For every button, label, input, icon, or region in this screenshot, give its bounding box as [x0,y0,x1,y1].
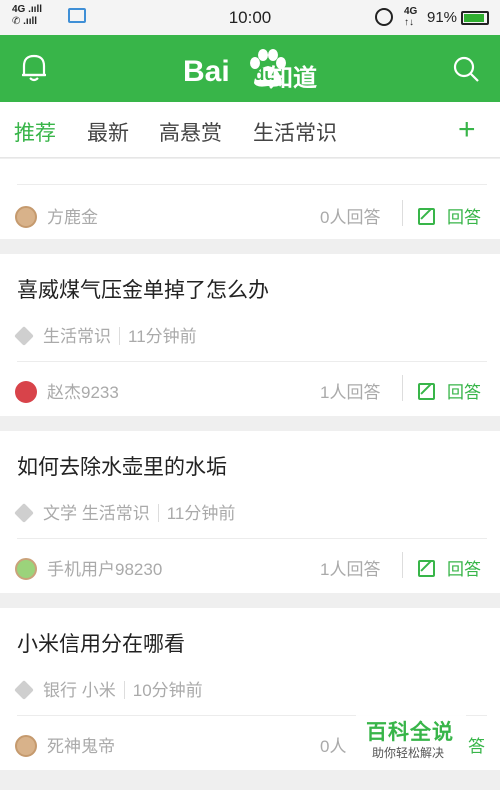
question-title[interactable]: 喜威煤气压金单掉了怎么办 [17,274,269,304]
meta-separator [157,504,159,522]
question-tags[interactable]: 银行 小米 [43,681,116,700]
question-time: 10分钟前 [132,681,203,700]
alarm-icon [375,8,393,26]
question-title[interactable]: 如何去除水壶里的水垢 [17,451,227,481]
question-tags[interactable]: 生活常识 [43,327,111,346]
answer-button[interactable]: 回答 [418,203,481,228]
app-bar: Bai du 知道 [0,35,500,102]
card-user[interactable]: 方鹿金 [15,203,98,228]
battery-fill [464,14,485,22]
vertical-separator [402,200,403,226]
battery-icon [461,11,489,25]
question-time: 11分钟前 [166,504,236,523]
answer-count: 0人 [320,737,347,756]
meta-separator [119,327,120,345]
answer-label: 回答 [447,383,481,402]
tab-recommended[interactable]: 推荐 [14,117,56,147]
clock: 10:00 [228,8,272,27]
tag-icon [14,326,34,346]
answer-count: 1人回答 [320,383,381,402]
watermark-subtitle: 助你轻松解决 [372,746,445,760]
tab-latest[interactable]: 最新 [87,117,129,147]
tab-life-tips[interactable]: 生活常识 [253,117,337,147]
category-tabs: 推荐 最新 高悬赏 生活常识 + [0,102,500,158]
answer-label: 回答 [447,560,481,579]
vertical-separator [402,552,403,578]
card-divider [17,361,487,362]
question-meta: 文学 生活常识 11分钟前 [14,499,236,524]
search-icon[interactable] [452,55,480,83]
user-name: 死神鬼帝 [47,737,115,756]
answer-label: 回答 [447,208,481,227]
answer-count: 0人回答 [320,208,381,227]
network-indicator: 4G ↑↓ [404,6,417,28]
watermark-logo: 百科全说 助你轻松解决 [356,712,466,764]
user-name: 手机用户98230 [47,560,163,579]
question-meta: 银行 小米 10分钟前 [14,676,203,701]
status-bar: 4G .ııll ✆ .ııll 10:00 4G ↑↓ 91% [0,0,500,35]
add-tab-button[interactable]: + [458,113,476,147]
bell-icon[interactable] [20,53,48,83]
answer-label: 答 [468,737,485,756]
answer-button[interactable]: 回答 [418,555,481,580]
card-divider [17,538,487,539]
network-type: 4G [404,6,418,17]
answer-count: 1人回答 [320,560,381,579]
vertical-separator [402,375,403,401]
card-user[interactable]: 手机用户98230 [15,555,162,580]
card-user[interactable]: 死神鬼帝 [15,732,115,757]
question-card[interactable]: 喜威煤气压金单掉了怎么办 生活常识 11分钟前 赵杰9233 1人回答 回答 [0,254,500,416]
card-divider [17,184,487,185]
question-meta: 生活常识 11分钟前 [14,322,197,347]
edit-icon [418,383,435,400]
question-card[interactable]: 如何去除水壶里的水垢 文学 生活常识 11分钟前 手机用户98230 1人回答 回… [0,431,500,593]
user-avatar [15,558,37,580]
watermark-title: 百科全说 [366,721,454,744]
tag-icon [14,503,34,523]
question-tags[interactable]: 文学 生活常识 [43,504,150,523]
edit-icon [418,208,435,225]
question-card-partial[interactable]: 方鹿金 0人回答 回答 [0,159,500,239]
answer-button[interactable]: 回答 [418,378,481,403]
tab-high-bounty[interactable]: 高悬赏 [159,117,222,147]
card-user[interactable]: 赵杰9233 [15,378,119,403]
user-name: 方鹿金 [47,208,98,227]
question-time: 11分钟前 [128,327,197,346]
user-name: 赵杰9233 [47,383,119,402]
tag-icon [14,680,34,700]
network-arrows: ↑↓ [404,17,414,28]
user-avatar [15,206,37,228]
meta-separator [123,681,125,699]
edit-icon [418,560,435,577]
logo-zhidao: 知道 [269,65,317,92]
user-avatar [15,735,37,757]
user-avatar [15,381,37,403]
logo-bai: Bai [183,55,230,88]
question-title[interactable]: 小米信用分在哪看 [17,628,185,658]
battery-percent: 91% [427,9,458,26]
answer-button[interactable]: 答 [468,732,485,757]
